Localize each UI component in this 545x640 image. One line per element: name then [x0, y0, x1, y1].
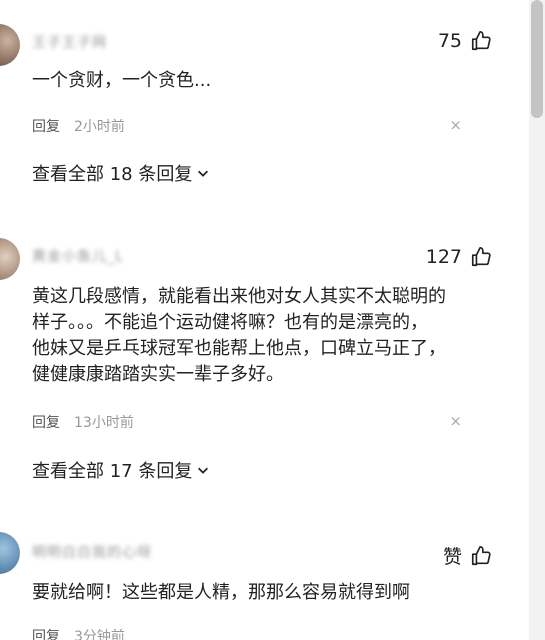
comment-meta: 回复 3分钟前 [32, 626, 125, 640]
chevron-down-icon [196, 463, 210, 477]
view-all-replies-button[interactable]: 查看全部 17 条回复 [32, 457, 210, 483]
timestamp: 2小时前 [74, 119, 125, 135]
like-button[interactable]: 75 [438, 30, 492, 52]
chevron-down-icon [196, 166, 210, 180]
username[interactable]: 黄金小鱼儿_L [32, 246, 124, 266]
timestamp: 3分钟前 [74, 629, 125, 640]
close-icon[interactable]: × [449, 412, 462, 430]
comment-line: 他妹又是乒乓球冠军也能帮上他点，口碑立马正了， [32, 338, 446, 359]
timestamp: 13小时前 [74, 415, 134, 431]
view-all-replies-button[interactable]: 查看全部 18 条回复 [32, 160, 210, 186]
comment-text: 一个贪财，一个贪色... [32, 68, 502, 94]
thumbs-up-icon [470, 246, 492, 268]
username[interactable]: 王子王子网 [32, 32, 107, 52]
avatar[interactable] [0, 532, 20, 574]
avatar[interactable] [0, 24, 20, 66]
thumbs-up-icon [470, 30, 492, 52]
like-count: 127 [425, 246, 462, 268]
comment-line: 要就给啊！这些都是人精，那那么容易就得到啊 [32, 582, 410, 603]
comment-line: 一个贪财，一个贪色... [32, 70, 212, 91]
comment-line: 黄这几段感情，就能看出来他对女人其实不太聪明的 [32, 286, 446, 307]
comment-line: 样子。。。不能追个运动健将嘛？也有的是漂亮的， [32, 312, 428, 333]
comment-meta: 回复 2小时前 [32, 116, 125, 136]
like-button[interactable]: 赞 [443, 542, 492, 569]
comment-meta: 回复 13小时前 [32, 412, 134, 432]
reply-button[interactable]: 回复 [32, 412, 60, 432]
like-count: 75 [437, 30, 462, 52]
view-all-label: 查看全部 17 条回复 [32, 461, 193, 482]
view-all-label: 查看全部 18 条回复 [32, 164, 193, 185]
reply-button[interactable]: 回复 [32, 116, 60, 136]
scrollbar-thumb[interactable] [531, 0, 543, 118]
scrollbar[interactable] [529, 0, 545, 640]
thumbs-up-icon [470, 545, 492, 567]
like-label: 赞 [442, 546, 462, 568]
comment-text: 要就给啊！这些都是人精，那那么容易就得到啊 [32, 580, 502, 606]
username[interactable]: 明明白白我的心呀 [32, 542, 152, 562]
comment-text: 黄这几段感情，就能看出来他对女人其实不太聪明的 样子。。。不能追个运动健将嘛？也… [32, 284, 502, 388]
comments-page: 王子王子网 75 一个贪财，一个贪色... 回复 2小时前 × 查看全部 18 … [0, 0, 545, 640]
avatar[interactable] [0, 238, 20, 280]
like-button[interactable]: 127 [426, 246, 492, 268]
close-icon[interactable]: × [449, 116, 462, 134]
comment-line: 健健康康踏踏实实一辈子多好。 [32, 364, 284, 385]
reply-button[interactable]: 回复 [32, 626, 60, 640]
